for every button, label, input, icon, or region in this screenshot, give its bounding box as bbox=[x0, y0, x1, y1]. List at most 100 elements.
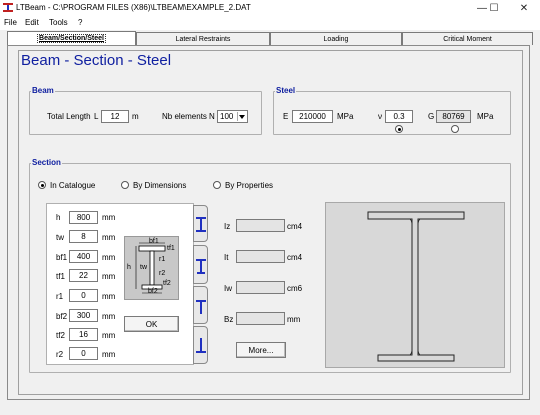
g-label: G bbox=[428, 112, 435, 121]
inverted-t-section-icon bbox=[196, 338, 206, 353]
double-i-section-icon bbox=[196, 217, 206, 232]
tab-label: Lateral Restraints bbox=[175, 35, 231, 43]
by-dimensions-radio[interactable] bbox=[121, 181, 129, 189]
prop-value-iw bbox=[236, 281, 285, 294]
menu-edit[interactable]: Edit bbox=[25, 18, 39, 27]
nu-input[interactable]: 0.3 bbox=[385, 110, 413, 123]
title-bar: LTBeam - C:\PROGRAM FILES (X86)\LTBEAM\E… bbox=[0, 0, 540, 16]
diagram-label-tf2: tf2 bbox=[163, 280, 171, 287]
dim-label-r1: r1 bbox=[56, 292, 64, 301]
e-input[interactable]: 210000 bbox=[292, 110, 333, 123]
nb-elements-var: N bbox=[209, 112, 215, 121]
e-unit: MPa bbox=[337, 112, 354, 121]
prop-unit-bz: mm bbox=[287, 315, 301, 324]
page-title: Beam - Section - Steel bbox=[21, 52, 172, 69]
dim-input-bf2[interactable]: 300 bbox=[69, 309, 98, 322]
diagram-label-bf2: bf2 bbox=[148, 288, 158, 295]
dim-input-r2[interactable]: 0 bbox=[69, 347, 98, 360]
diagram-label-bf1: bf1 bbox=[149, 238, 159, 245]
i-beam-preview-icon bbox=[367, 211, 465, 362]
maximize-button[interactable]: ☐ bbox=[480, 0, 508, 16]
dim-input-tf1[interactable]: 22 bbox=[69, 269, 98, 282]
dim-label-tf1: tf1 bbox=[56, 272, 65, 281]
prop-unit-it: cm4 bbox=[287, 253, 303, 262]
tab-lateral-restraints[interactable]: Lateral Restraints bbox=[136, 32, 270, 45]
nb-elements-value: 100 bbox=[220, 112, 234, 121]
diagram-label-tf1: tf1 bbox=[167, 245, 175, 252]
diagram-label-r1: r1 bbox=[159, 256, 166, 263]
steel-group-label: Steel bbox=[275, 86, 297, 95]
tab-beam-section-steel[interactable]: Beam/Section/Steel bbox=[7, 31, 136, 45]
section-type-tab-double-i[interactable] bbox=[193, 205, 208, 242]
prop-value-iz bbox=[236, 219, 285, 232]
by-properties-label: By Properties bbox=[225, 181, 274, 190]
diagram-label-h: h bbox=[127, 264, 131, 271]
section-type-tab-t[interactable] bbox=[193, 286, 208, 324]
prop-unit-iw: cm6 bbox=[287, 284, 303, 293]
e-label: E bbox=[283, 112, 289, 121]
dim-input-tw[interactable]: 8 bbox=[69, 230, 98, 243]
dim-label-tw: tw bbox=[56, 233, 64, 242]
prop-label-iz: Iz bbox=[224, 222, 231, 231]
tab-loading[interactable]: Loading bbox=[270, 32, 402, 45]
nu-label: ν bbox=[378, 112, 382, 121]
t-section-icon bbox=[196, 300, 206, 314]
nu-radio[interactable] bbox=[395, 125, 403, 133]
dim-unit-tf2: mm bbox=[102, 331, 116, 340]
dim-label-r2: r2 bbox=[56, 350, 64, 359]
dim-label-bf1: bf1 bbox=[56, 253, 68, 262]
chevron-down-icon[interactable] bbox=[237, 112, 246, 121]
dim-unit-tw: mm bbox=[102, 233, 116, 242]
section-preview bbox=[325, 202, 505, 368]
dim-unit-h: mm bbox=[102, 213, 116, 222]
in-catalogue-radio[interactable] bbox=[38, 181, 46, 189]
nb-elements-label: Nb elements bbox=[162, 112, 207, 121]
diagram-label-r2: r2 bbox=[159, 270, 166, 277]
dim-unit-bf2: mm bbox=[102, 312, 116, 321]
total-length-label: Total Length bbox=[47, 112, 91, 121]
menu-file[interactable]: File bbox=[4, 18, 17, 27]
dim-input-tf2[interactable]: 16 bbox=[69, 328, 98, 341]
tab-critical-moment[interactable]: Critical Moment bbox=[402, 32, 533, 45]
nb-elements-select[interactable]: 100 bbox=[217, 110, 248, 123]
g-unit: MPa bbox=[477, 112, 494, 121]
total-length-unit: m bbox=[132, 112, 139, 121]
prop-value-it bbox=[236, 250, 285, 263]
close-button[interactable]: ✕ bbox=[510, 0, 538, 16]
tab-label: Critical Moment bbox=[443, 35, 492, 43]
section-type-tab-inverted-t[interactable] bbox=[193, 326, 208, 364]
menu-bar: File Edit Tools ? bbox=[0, 16, 540, 30]
dim-unit-tf1: mm bbox=[102, 272, 116, 281]
tab-label: Loading bbox=[323, 35, 349, 43]
menu-tools[interactable]: Tools bbox=[49, 18, 68, 27]
dim-label-tf2: tf2 bbox=[56, 331, 65, 340]
dim-unit-r2: mm bbox=[102, 350, 116, 359]
menu-help[interactable]: ? bbox=[78, 18, 82, 27]
dim-label-bf2: bf2 bbox=[56, 312, 68, 321]
dim-input-r1[interactable]: 0 bbox=[69, 289, 98, 302]
ltbeam-app-icon bbox=[3, 3, 13, 12]
prop-label-bz: Bz bbox=[224, 315, 234, 324]
window-title: LTBeam - C:\PROGRAM FILES (X86)\LTBEAM\E… bbox=[16, 3, 251, 12]
in-catalogue-label: In Catalogue bbox=[50, 181, 96, 190]
dim-unit-r1: mm bbox=[102, 292, 116, 301]
ok-button[interactable]: OK bbox=[124, 316, 179, 332]
by-dimensions-label: By Dimensions bbox=[133, 181, 187, 190]
more-button[interactable]: More... bbox=[236, 342, 286, 358]
diagram-label-tw: tw bbox=[140, 264, 147, 271]
g-input[interactable]: 80769 bbox=[436, 110, 471, 123]
dim-unit-bf1: mm bbox=[102, 253, 116, 262]
beam-group-label: Beam bbox=[31, 86, 55, 95]
dim-input-bf1[interactable]: 400 bbox=[69, 250, 98, 263]
by-properties-radio[interactable] bbox=[213, 181, 221, 189]
prop-unit-iz: cm4 bbox=[287, 222, 303, 231]
g-radio[interactable] bbox=[451, 125, 459, 133]
dim-label-h: h bbox=[56, 213, 61, 222]
prop-label-iw: Iw bbox=[224, 284, 232, 293]
ltbeam-window: LTBeam - C:\PROGRAM FILES (X86)\LTBEAM\E… bbox=[0, 0, 540, 415]
total-length-var: L bbox=[94, 112, 99, 121]
dim-input-h[interactable]: 800 bbox=[69, 211, 98, 224]
section-type-tab-mono-i[interactable] bbox=[193, 245, 208, 284]
prop-label-it: It bbox=[224, 253, 229, 262]
total-length-input[interactable]: 12 bbox=[101, 110, 129, 123]
